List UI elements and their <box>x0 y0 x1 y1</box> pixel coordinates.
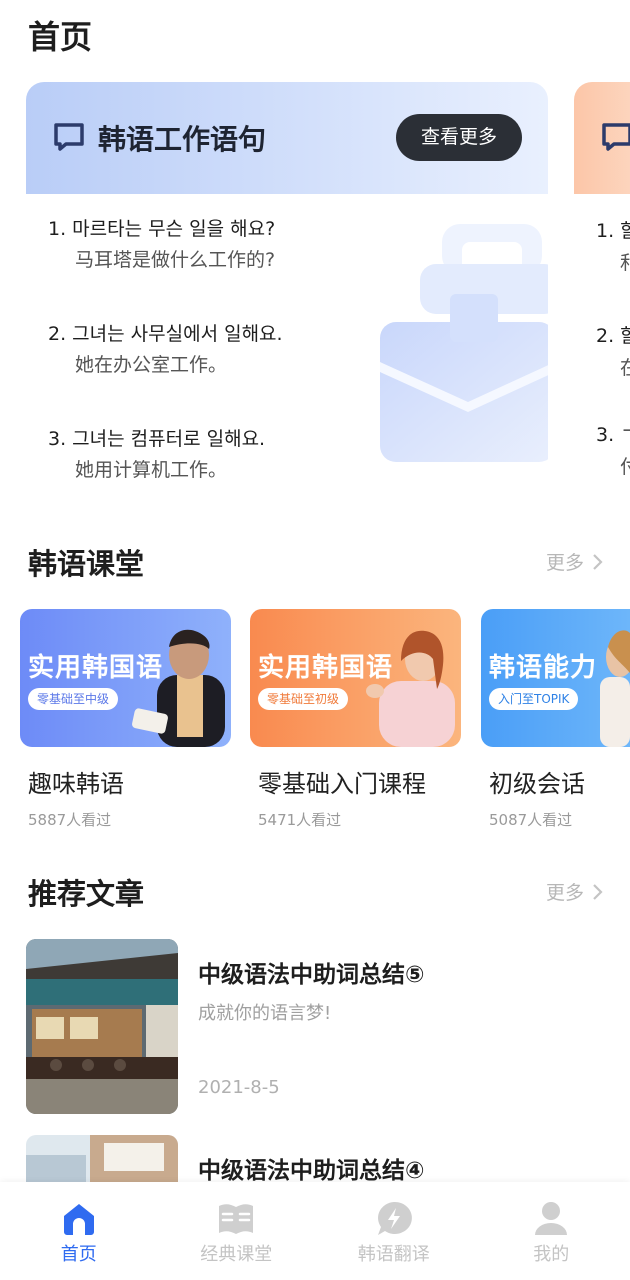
article-title: 中级语法中助词总结⑤ <box>198 962 425 988</box>
phrase-card-next[interactable]: 1. 할 和 2. 할 在 3. ㄱ 付 <box>574 82 630 482</box>
chevron-right-icon <box>593 883 603 900</box>
course-level-tag: 入门至TOPIK <box>489 688 579 710</box>
next-card-text: 付 <box>620 456 630 478</box>
course-level-tag: 零基础至初级 <box>258 688 349 710</box>
course-card[interactable]: 韩语能力 入门至TOPIK 初级会话 5087人看过 <box>481 609 630 830</box>
articles-section-title: 推荐文章 <box>28 877 145 911</box>
tab-label: 我的 <box>533 1244 570 1265</box>
article-subtitle: 成就你的语言梦! <box>198 1003 332 1024</box>
tab-label: 经典课堂 <box>200 1244 273 1265</box>
phrase-item: 3. 그녀는 컴퓨터로 일해요. 她用计算机工作。 <box>48 424 283 482</box>
phrase-chinese: 她在办公室工作。 <box>75 354 228 376</box>
person-icon <box>535 1202 568 1235</box>
article-item[interactable]: 中级语法中助词总结④ <box>26 1135 606 1182</box>
more-label: 更多 <box>545 552 584 574</box>
phrase-card-header: 韩语工作语句 查看更多 <box>26 82 548 194</box>
article-date: 2021-8-5 <box>198 1077 280 1098</box>
course-views: 5087人看过 <box>489 811 573 829</box>
phrase-list: 1. 마르타는 무슨 일을 해요? 马耳塔是做什么工作的? 2. 그녀는 사무실… <box>48 214 283 482</box>
phrase-card[interactable]: 韩语工作语句 查看更多 1. 마르타는 무슨 일을 해요? 马耳塔是做什么工作的… <box>26 82 548 482</box>
course-name: 初级会话 <box>489 770 585 798</box>
phrase-item: 1. 마르타는 무슨 일을 해요? 马耳塔是做什么工作的? <box>48 214 283 319</box>
tab-classic-course[interactable]: 经典课堂 <box>158 1182 316 1280</box>
phrase-chinese: 马耳塔是做什么工作的? <box>75 249 276 271</box>
more-label: 更多 <box>545 882 584 904</box>
article-thumbnail <box>26 1135 178 1182</box>
next-card-text: 2. 할 <box>596 325 630 347</box>
article-thumbnail <box>26 939 178 1114</box>
tab-translate[interactable]: 韩语翻译 <box>315 1182 473 1280</box>
course-name: 零基础入门课程 <box>258 770 426 798</box>
next-card-text: 和 <box>620 252 630 274</box>
translate-bubble-icon <box>377 1201 412 1235</box>
next-card-text: 1. 할 <box>596 220 630 242</box>
phrase-chinese: 她用计算机工作。 <box>75 459 228 481</box>
phrase-card-title: 韩语工作语句 <box>98 123 267 156</box>
phrase-item: 2. 그녀는 사무실에서 일해요. 她在办公室工作。 <box>48 319 283 424</box>
course-banner-text: 韩语能力 <box>489 653 598 683</box>
tab-label: 首页 <box>60 1244 97 1265</box>
chat-icon <box>602 123 630 151</box>
next-card-text: 在 <box>620 357 630 379</box>
article-title: 中级语法中助词总结④ <box>198 1158 425 1182</box>
course-card[interactable]: 实用韩国语 零基础至初级 零基础入门课程 5471人看过 <box>250 609 461 830</box>
tab-home[interactable]: 首页 <box>0 1182 158 1280</box>
course-banner-text: 实用韩国语 <box>258 653 394 683</box>
course-thumbnail: 韩语能力 入门至TOPIK <box>481 609 630 747</box>
course-card[interactable]: 实用韩国语 零基础至中级 趣味韩语 5887人看过 <box>20 609 231 830</box>
tab-mine[interactable]: 我的 <box>473 1182 630 1280</box>
course-banner-text: 实用韩国语 <box>28 653 164 683</box>
course-level-tag: 零基础至中级 <box>28 688 119 710</box>
view-more-button[interactable]: 查看更多 <box>396 114 522 161</box>
book-icon <box>219 1204 254 1234</box>
phrase-card-next-header <box>574 82 630 194</box>
courses-section-title: 韩语课堂 <box>28 547 145 581</box>
phrase-korean: 1. 마르타는 무슨 일을 해요? <box>48 218 276 240</box>
chat-icon <box>54 123 84 151</box>
chevron-right-icon <box>593 553 603 570</box>
course-name: 趣味韩语 <box>28 770 124 798</box>
bottom-tab-bar: 首页 经典课堂 韩语翻译 我的 <box>0 1182 630 1280</box>
home-icon <box>63 1204 94 1235</box>
briefcase-icon <box>380 224 548 462</box>
courses-more-link[interactable]: 更多 <box>546 548 604 575</box>
course-thumbnail: 实用韩国语 零基础至中级 <box>20 609 231 747</box>
phrase-korean: 3. 그녀는 컴퓨터로 일해요. <box>48 428 266 450</box>
next-card-text: 3. ㄱ <box>596 424 630 446</box>
article-item[interactable]: 中级语法中助词总结⑤ 成就你的语言梦! 2021-8-5 <box>26 939 606 1114</box>
articles-more-link[interactable]: 更多 <box>546 878 604 905</box>
course-views: 5887人看过 <box>28 811 112 829</box>
tab-label: 韩语翻译 <box>357 1244 430 1265</box>
page-title: 首页 <box>28 18 93 56</box>
phrase-korean: 2. 그녀는 사무실에서 일해요. <box>48 323 283 345</box>
course-thumbnail: 实用韩国语 零基础至初级 <box>250 609 461 747</box>
course-views: 5471人看过 <box>258 811 342 829</box>
